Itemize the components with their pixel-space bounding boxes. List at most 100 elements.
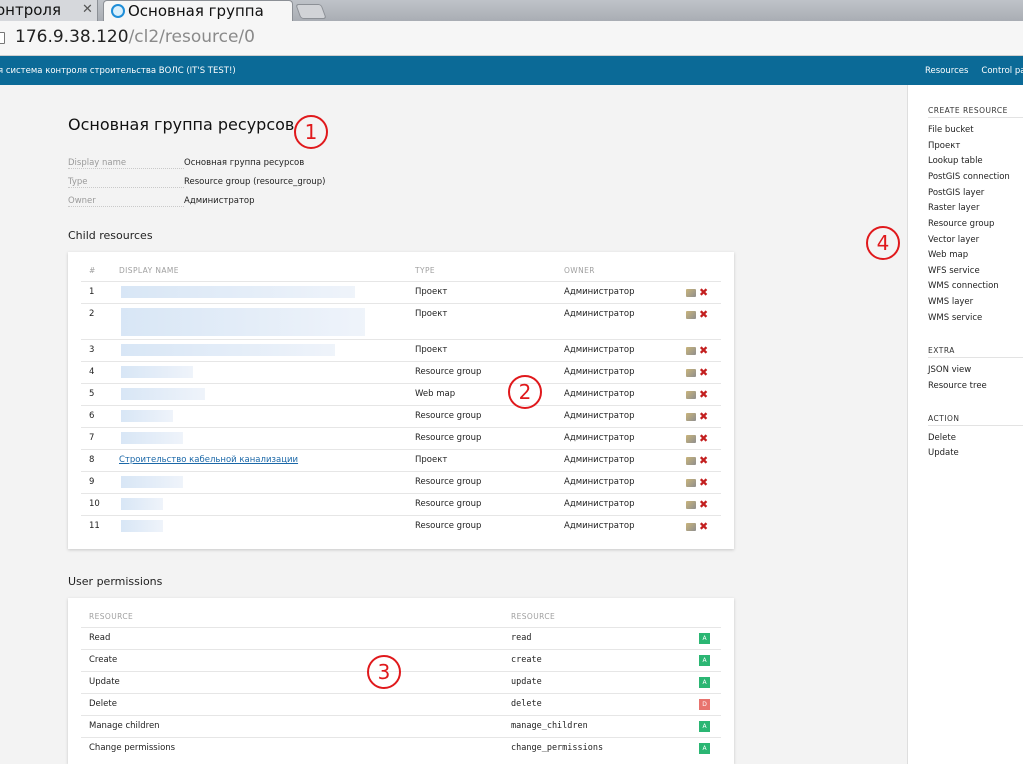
create-wfs-service[interactable]: WFS service bbox=[928, 266, 980, 276]
delete-icon[interactable]: ✖ bbox=[699, 388, 708, 401]
row-type: Проект bbox=[415, 309, 448, 319]
permission-row: Manage children manage_children A bbox=[81, 715, 721, 737]
resource-link[interactable]: Строительство кабельной канализации bbox=[119, 455, 298, 465]
create-wms-connection[interactable]: WMS connection bbox=[928, 281, 999, 291]
meta-value: Администратор bbox=[184, 196, 255, 206]
row-num: 6 bbox=[89, 411, 95, 421]
row-actions: ✖ bbox=[686, 388, 714, 401]
child-resources-table: # DISPLAY NAME TYPE OWNER 1 Проект Админ… bbox=[68, 252, 734, 549]
annotation-marker-3: 3 bbox=[367, 655, 401, 689]
delete-icon[interactable]: ✖ bbox=[699, 520, 708, 533]
meta-value: Resource group (resource_group) bbox=[184, 177, 326, 187]
edit-icon[interactable] bbox=[686, 457, 696, 465]
header-nav: Resources Control pa bbox=[925, 66, 1023, 76]
delete-icon[interactable]: ✖ bbox=[699, 344, 708, 357]
blurred-name[interactable] bbox=[121, 308, 365, 336]
create-wms-layer[interactable]: WMS layer bbox=[928, 297, 973, 307]
edit-icon[interactable] bbox=[686, 311, 696, 319]
app-name[interactable]: я система контроля строительства ВОЛС (I… bbox=[0, 66, 236, 76]
delete-icon[interactable]: ✖ bbox=[699, 366, 708, 379]
create-wms-service[interactable]: WMS service bbox=[928, 313, 982, 323]
delete-icon[interactable]: ✖ bbox=[699, 498, 708, 511]
meta-display-name: Display name Основная группа ресурсов bbox=[68, 158, 468, 170]
blurred-name[interactable] bbox=[121, 366, 193, 378]
browser-tab-bar: онтроля ✕ Основная группа ✕ bbox=[0, 0, 1023, 21]
blurred-name[interactable] bbox=[121, 476, 183, 488]
edit-icon[interactable] bbox=[686, 391, 696, 399]
create-web-map[interactable]: Web map bbox=[928, 250, 968, 260]
edit-icon[interactable] bbox=[686, 347, 696, 355]
row-type: Resource group bbox=[415, 367, 482, 377]
create-postgis-layer[interactable]: PostGIS layer bbox=[928, 188, 984, 198]
annotation-marker-1: 1 bbox=[294, 115, 328, 149]
divider bbox=[928, 425, 1023, 426]
delete-icon[interactable]: ✖ bbox=[699, 286, 708, 299]
page-title: Основная группа ресурсов bbox=[68, 115, 295, 134]
meta-key: Display name bbox=[68, 158, 184, 169]
row-owner: Администратор bbox=[564, 499, 635, 509]
blurred-name[interactable] bbox=[121, 432, 183, 444]
row-num: 4 bbox=[89, 367, 95, 377]
create-lookup-table[interactable]: Lookup table bbox=[928, 156, 983, 166]
delete-icon[interactable]: ✖ bbox=[699, 432, 708, 445]
create-vector-layer[interactable]: Vector layer bbox=[928, 235, 979, 245]
extra-json-view[interactable]: JSON view bbox=[928, 365, 971, 375]
create-project[interactable]: Проект bbox=[928, 141, 960, 151]
permission-id: manage_children bbox=[511, 721, 588, 731]
new-tab-button[interactable] bbox=[295, 4, 327, 19]
meta-owner: Owner Администратор bbox=[68, 196, 468, 208]
url-field[interactable]: 176.9.38.120/cl2/resource/0 bbox=[15, 27, 255, 47]
row-owner: Администратор bbox=[564, 433, 635, 443]
action-update[interactable]: Update bbox=[928, 448, 959, 458]
browser-tab[interactable]: онтроля ✕ bbox=[0, 0, 98, 21]
table-row: 8 Строительство кабельной канализации Пр… bbox=[81, 449, 721, 471]
tab-title: Основная группа bbox=[128, 2, 264, 20]
blurred-name[interactable] bbox=[121, 410, 173, 422]
nav-control-panel[interactable]: Control pa bbox=[981, 66, 1023, 76]
table-row: 1 Проект Администратор ✖ bbox=[81, 281, 721, 303]
blurred-name[interactable] bbox=[121, 388, 205, 400]
close-icon[interactable]: ✕ bbox=[82, 2, 93, 17]
delete-icon[interactable]: ✖ bbox=[699, 308, 708, 321]
table-row: 9 Resource group Администратор ✖ bbox=[81, 471, 721, 493]
blurred-name[interactable] bbox=[121, 498, 163, 510]
edit-icon[interactable] bbox=[686, 523, 696, 531]
action-delete[interactable]: Delete bbox=[928, 433, 956, 443]
create-resource-group[interactable]: Resource group bbox=[928, 219, 994, 229]
extra-resource-tree[interactable]: Resource tree bbox=[928, 381, 987, 391]
delete-icon[interactable]: ✖ bbox=[699, 476, 708, 489]
blurred-name[interactable] bbox=[121, 286, 355, 298]
row-type: Resource group bbox=[415, 411, 482, 421]
create-file-bucket[interactable]: File bucket bbox=[928, 125, 974, 135]
row-owner: Администратор bbox=[564, 477, 635, 487]
edit-icon[interactable] bbox=[686, 479, 696, 487]
row-owner: Администратор bbox=[564, 389, 635, 399]
permission-id: read bbox=[511, 633, 532, 643]
col-header-owner: OWNER bbox=[564, 266, 595, 275]
edit-icon[interactable] bbox=[686, 413, 696, 421]
create-raster-layer[interactable]: Raster layer bbox=[928, 203, 979, 213]
blurred-name[interactable] bbox=[121, 344, 335, 356]
nav-resources[interactable]: Resources bbox=[925, 66, 968, 76]
edit-icon[interactable] bbox=[686, 435, 696, 443]
row-type: Resource group bbox=[415, 477, 482, 487]
row-actions: ✖ bbox=[686, 520, 714, 533]
edit-icon[interactable] bbox=[686, 501, 696, 509]
row-num: 10 bbox=[89, 499, 100, 509]
user-permissions-table: RESOURCE RESOURCE Read read A Create cre… bbox=[68, 598, 734, 764]
meta-value: Основная группа ресурсов bbox=[184, 158, 305, 168]
sidebar: CREATE RESOURCE File bucket Проект Looku… bbox=[907, 85, 1023, 764]
edit-icon[interactable] bbox=[686, 289, 696, 297]
blurred-name[interactable] bbox=[121, 520, 163, 532]
row-actions: ✖ bbox=[686, 432, 714, 445]
table-row: 10 Resource group Администратор ✖ bbox=[81, 493, 721, 515]
edit-icon[interactable] bbox=[686, 369, 696, 377]
allow-badge: A bbox=[699, 743, 710, 754]
allow-badge: A bbox=[699, 655, 710, 666]
create-postgis-connection[interactable]: PostGIS connection bbox=[928, 172, 1010, 182]
row-type: Проект bbox=[415, 287, 448, 297]
row-type: Resource group bbox=[415, 499, 482, 509]
delete-icon[interactable]: ✖ bbox=[699, 454, 708, 467]
delete-icon[interactable]: ✖ bbox=[699, 410, 708, 423]
browser-tab-active[interactable]: Основная группа ✕ bbox=[103, 0, 293, 21]
